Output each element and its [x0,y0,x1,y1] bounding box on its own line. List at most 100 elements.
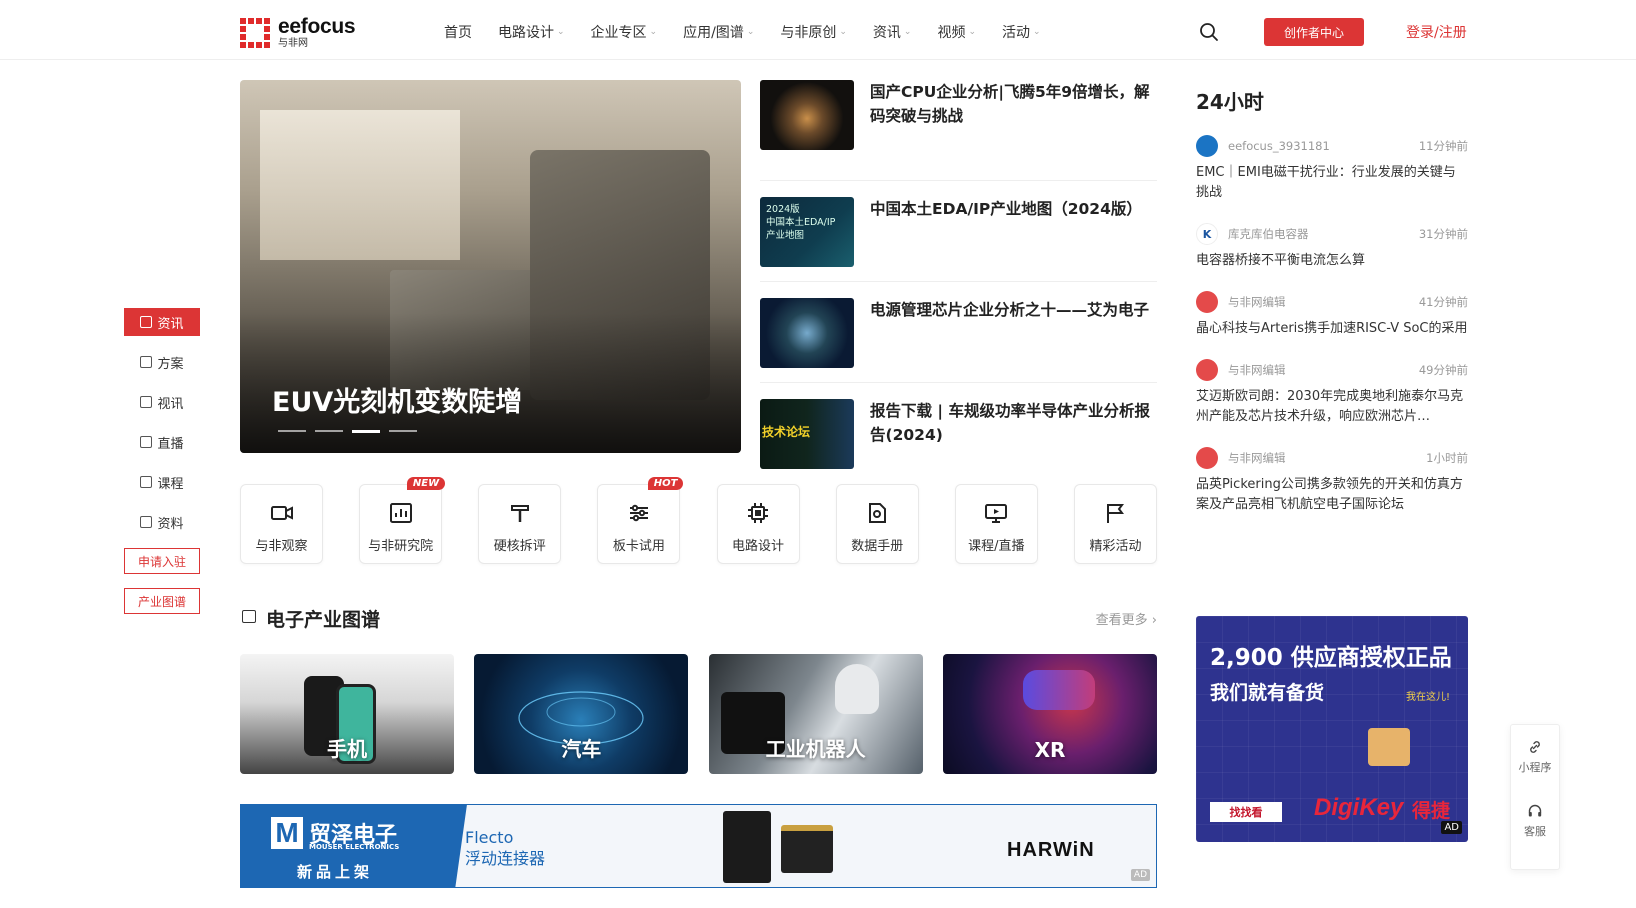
monitor-icon [983,485,1009,529]
sidenav-icon [140,436,153,448]
nav-item[interactable]: 首页 [444,22,472,42]
industry-card-label: 手机 [327,737,367,761]
login-register-link[interactable]: 登录/注册 [1406,22,1467,42]
nav-item[interactable]: 电路设计 ⌄ [498,22,565,42]
sidenav-item[interactable]: 视讯 [124,388,200,416]
h24-title[interactable]: 品英Pickering公司携多款领先的开关和仿真方案及产品亮相飞机航空电子国际论… [1196,475,1468,515]
carousel-dot[interactable] [389,430,417,432]
top-header: eefocus 与非网 首页 电路设计 ⌄ 企业专区 ⌄ 应用/图谱 ⌄ 与非原创 ⌄ 资讯 ⌄ 视频… [0,0,1636,60]
author-name[interactable]: 与非网编辑 [1228,294,1419,310]
news-item[interactable]: 2024版 中国本土EDA/IP 产业地图 中国本土EDA/IP产业地图（2024… [760,181,1157,282]
carousel-dot[interactable] [315,430,343,432]
industry-card-robot[interactable]: 工业机器人 [708,654,923,774]
chevron-down-icon: ⌄ [557,27,565,37]
news-title[interactable]: 报告下载 | 车规级功率半导体产业分析报告(2024) [870,399,1157,484]
avatar [1196,291,1218,313]
category-3[interactable]: 硬核拆评 [478,484,562,564]
h24-item[interactable]: 与非网编辑 49分钟前艾迈斯欧司朗：2030年完成奥地利施泰尔马克州产能及芯片技术… [1196,359,1468,427]
category-7[interactable]: 课程/直播 [954,484,1038,564]
h24-title[interactable]: EMC｜EMI电磁干扰行业：行业发展的关键与挑战 [1196,163,1468,203]
industry-card-xr[interactable]: XR [942,654,1157,774]
carousel-dot[interactable] [278,430,306,432]
industry-card-auto[interactable]: 汽车 [474,654,689,774]
category-8[interactable]: 精彩活动 [1073,484,1157,564]
mouser-ad-banner[interactable]: M 贸泽电子 MOUSER ELECTRONICS 新品上架 Flecto 浮动… [240,804,1157,888]
news-title[interactable]: 电源管理芯片企业分析之十——艾为电子 [870,298,1149,382]
category-label: 电路设计 [732,539,785,554]
author-name[interactable]: eefocus_3931181 [1228,139,1419,153]
list-icon [242,610,256,623]
chevron-down-icon: ⌄ [839,27,847,37]
ad-headline: 2,900 供应商授权正品 [1210,645,1452,671]
category-1[interactable]: 与非观察 [240,484,323,564]
sidenav-icon [140,396,153,408]
sidenav-icon [140,356,153,368]
h24-title[interactable]: 艾迈斯欧司朗：2030年完成奥地利施泰尔马克州产能及芯片技术升级，响应欧洲芯片… [1196,387,1468,427]
nav-item[interactable]: 企业专区 ⌄ [591,22,658,42]
news-title[interactable]: 中国本土EDA/IP产业地图（2024版） [870,197,1142,281]
site-logo[interactable]: eefocus 与非网 [240,15,356,49]
sidenav-button[interactable]: 产业图谱 [124,588,200,614]
industry-card-phone[interactable]: 手机 [240,654,454,774]
nav-item[interactable]: 应用/图谱 ⌄ [683,22,754,42]
category-5[interactable]: 电路设计 [716,484,800,564]
news-thumbnail [760,298,854,368]
news-title[interactable]: 国产CPU企业分析|飞腾5年9倍增长，解码突破与挑战 [870,80,1157,180]
chevron-down-icon: ⌄ [1033,27,1041,37]
sidenav-item[interactable]: 资讯 [124,308,200,336]
h24-meta: 与非网编辑 1小时前 [1196,447,1468,469]
nav-item[interactable]: 资讯 ⌄ [873,22,912,42]
avatar [1196,447,1218,469]
nav-item[interactable]: 活动 ⌄ [1002,22,1041,42]
logo-text-en: eefocus [278,15,356,38]
h24-item[interactable]: eefocus_3931181 11分钟前 EMC｜EMI电磁干扰行业：行业发展的关… [1196,135,1468,203]
mini-program-button[interactable]: 小程序 [1511,725,1559,789]
avatar: K [1196,223,1218,245]
nav-item[interactable]: 视频 ⌄ [937,22,976,42]
mouser-logo-block: M 贸泽电子 MOUSER ELECTRONICS 新品上架 [241,805,441,887]
h24-title[interactable]: 晶心科技与Arteris携手加速RISC-V SoC的采用 [1196,319,1468,339]
featured-news-list: 国产CPU企业分析|飞腾5年9倍增长，解码突破与挑战 2024版 中国本土EDA/… [760,80,1157,484]
h24-meta: eefocus_3931181 11分钟前 [1196,135,1468,157]
news-thumbnail: 2024版 中国本土EDA/IP 产业地图 [760,197,854,267]
h24-item[interactable]: K 库克库伯电容器 31分钟前 电容器桥接不平衡电流怎么算 [1196,223,1468,271]
category-4[interactable]: 板卡试用 HOT [597,477,684,564]
hero-title[interactable]: EUV光刻机变数陡增 [272,380,522,419]
sidenav-item[interactable]: 资料 [124,508,200,536]
nav-item[interactable]: 与非原创 ⌄ [780,22,847,42]
news-item[interactable]: 技术论坛 报告下载 | 车规级功率半导体产业分析报告(2024) [760,383,1157,484]
chevron-down-icon: ⌄ [968,27,976,37]
sidenav-item[interactable]: 课程 [124,468,200,496]
h24-item[interactable]: 与非网编辑 1小时前品英Pickering公司携多款领先的开关和仿真方案及产品亮相… [1196,447,1468,515]
mouser-logo-icon: M [271,817,303,849]
sidenav-item[interactable]: 方案 [124,348,200,376]
search-icon[interactable] [1199,22,1219,42]
harwin-logo: HARWiN [1007,839,1095,861]
category-6[interactable]: 数据手册 [835,484,919,564]
logo-text-cn: 与非网 [278,38,308,49]
author-name[interactable]: 与非网编辑 [1228,450,1426,466]
author-name[interactable]: 库克库伯电容器 [1228,226,1419,242]
h24-meta: 与非网编辑 49分钟前 [1196,359,1468,381]
chart-icon [388,485,414,529]
creator-center-button[interactable]: 创作者中心 [1264,18,1364,46]
news-item[interactable]: 国产CPU企业分析|飞腾5年9倍增长，解码突破与挑战 [760,80,1157,181]
digikey-ad[interactable]: 2,900 供应商授权正品 我们就有备货 我在这儿! 找找看 DigiKey 得… [1196,616,1468,842]
category-label: 数据手册 [851,539,904,554]
author-name[interactable]: 与非网编辑 [1228,362,1419,378]
customer-service-button[interactable]: 客服 [1511,789,1559,853]
timestamp: 1小时前 [1426,451,1468,465]
carousel-dot[interactable] [352,430,380,433]
news-item[interactable]: 电源管理芯片企业分析之十——艾为电子 [760,282,1157,383]
floating-service-bar: 小程序 客服 [1510,724,1560,870]
timestamp: 11分钟前 [1418,139,1468,153]
hero-carousel[interactable]: EUV光刻机变数陡增 [240,80,741,453]
category-2[interactable]: 与非研究院 NEW [359,477,446,564]
view-more-link[interactable]: 查看更多 › [1096,609,1157,628]
h24-item[interactable]: 与非网编辑 41分钟前 晶心科技与Arteris携手加速RISC-V SoC的采用 [1196,291,1468,339]
sidenav-item[interactable]: 直播 [124,428,200,456]
find-button[interactable]: 找找看 [1210,802,1282,822]
h24-title[interactable]: 电容器桥接不平衡电流怎么算 [1196,251,1468,271]
sidenav-button[interactable]: 申请入驻 [124,548,200,574]
ad-label: AD [1441,821,1462,834]
